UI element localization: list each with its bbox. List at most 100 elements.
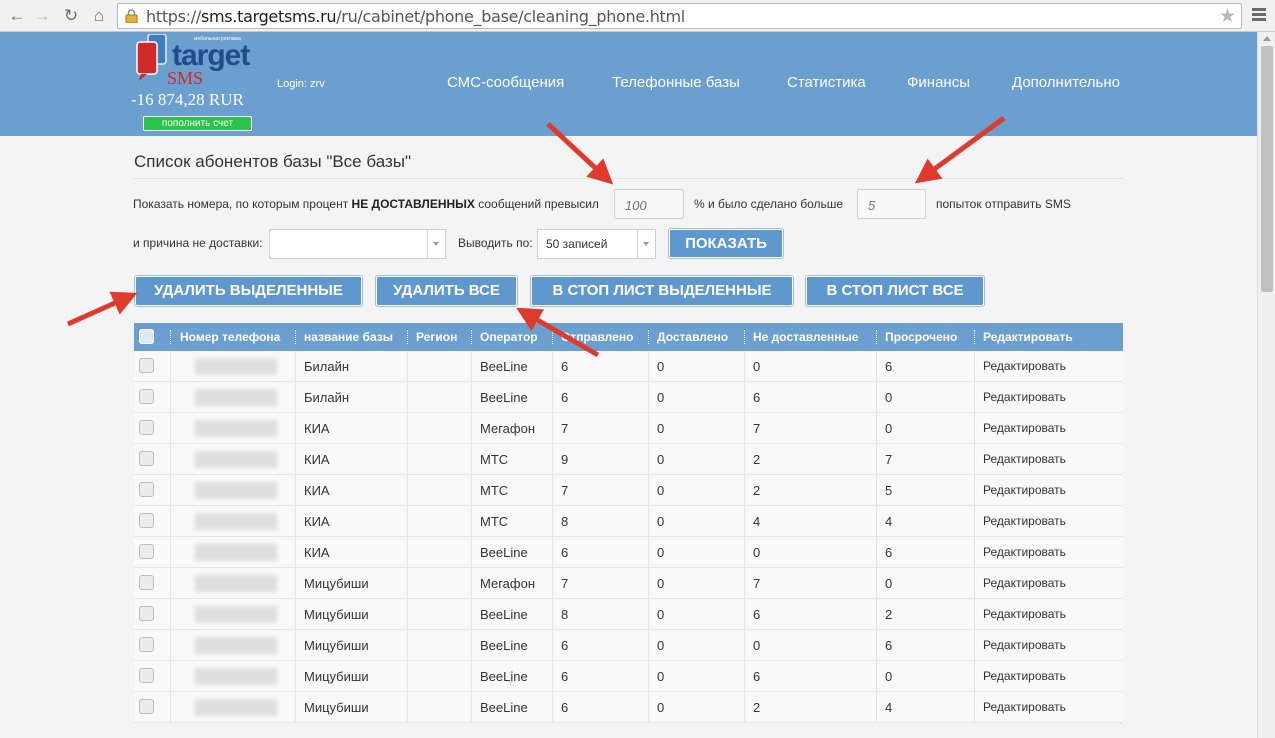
cell-undelivered: 7 — [753, 421, 761, 436]
column-divider — [170, 568, 171, 599]
header-region[interactable]: Регион — [416, 323, 457, 351]
scroll-thumb[interactable] — [1261, 46, 1273, 292]
phone-number-redacted — [195, 451, 277, 468]
row-checkbox[interactable] — [139, 513, 154, 528]
column-divider — [876, 506, 877, 537]
column-divider — [170, 444, 171, 475]
edit-link[interactable]: Редактировать — [983, 537, 1066, 568]
row-checkbox[interactable] — [139, 699, 154, 714]
edit-link[interactable]: Редактировать — [983, 630, 1066, 661]
row-checkbox[interactable] — [139, 482, 154, 497]
url-scheme: https:// — [146, 7, 201, 26]
cell-operator: BeeLine — [480, 669, 528, 684]
cell-expired: 5 — [885, 483, 893, 498]
address-bar[interactable]: https://sms.targetsms.ru/ru/cabinet/phon… — [117, 3, 1242, 29]
browser-menu-icon[interactable] — [1252, 8, 1266, 22]
cell-base-name: КИА — [304, 483, 330, 498]
nav-additional[interactable]: Дополнительно — [1012, 74, 1120, 91]
delete-all-button[interactable]: УДАЛИТЬ ВСЕ — [375, 275, 518, 307]
cell-base-name: Билайн — [304, 390, 350, 405]
percent-input[interactable]: 100 — [614, 189, 684, 219]
page-scrollbar[interactable] — [1257, 32, 1275, 738]
page-size-value: 50 записей — [546, 237, 608, 251]
column-divider — [407, 444, 408, 475]
page-size-select[interactable]: 50 записей — [537, 229, 656, 259]
edit-link[interactable]: Редактировать — [983, 382, 1066, 413]
row-checkbox[interactable] — [139, 358, 154, 373]
attempts-input[interactable]: 5 — [857, 189, 926, 219]
cell-sent: 7 — [561, 421, 569, 436]
cell-delivered: 0 — [657, 576, 665, 591]
column-divider — [974, 475, 975, 506]
edit-link[interactable]: Редактировать — [983, 506, 1066, 537]
phone-number-redacted — [195, 699, 277, 716]
column-divider — [552, 475, 553, 506]
column-divider — [471, 506, 472, 537]
reload-icon[interactable]: ↻ — [60, 5, 82, 27]
header-expired[interactable]: Просрочено — [885, 323, 957, 351]
nav-statistics[interactable]: Статистика — [787, 74, 866, 91]
column-divider — [407, 506, 408, 537]
row-checkbox[interactable] — [139, 575, 154, 590]
row-checkbox[interactable] — [139, 544, 154, 559]
edit-link[interactable]: Редактировать — [983, 475, 1066, 506]
column-divider — [744, 475, 745, 506]
back-icon[interactable]: ← — [6, 5, 28, 27]
edit-link[interactable]: Редактировать — [983, 413, 1066, 444]
header-operator[interactable]: Оператор — [480, 323, 538, 351]
column-divider — [471, 599, 472, 630]
delete-selected-button[interactable]: УДАЛИТЬ ВЫДЕЛЕННЫЕ — [134, 275, 363, 307]
topup-button[interactable]: пополнить счет — [143, 116, 252, 131]
header-base-name[interactable]: название базы — [304, 323, 393, 351]
table-row: КИА Мегафон 7 0 7 0 Редактировать — [134, 413, 1123, 444]
column-divider — [170, 537, 171, 568]
phone-number-redacted — [195, 389, 277, 406]
bookmark-star-icon[interactable]: ★ — [1219, 5, 1236, 28]
filter-prefix: Показать номера, по которым процент — [133, 197, 352, 211]
column-divider — [295, 568, 296, 599]
row-checkbox[interactable] — [139, 668, 154, 683]
home-icon[interactable]: ⌂ — [88, 5, 110, 27]
edit-link[interactable]: Редактировать — [983, 692, 1066, 723]
select-all-checkbox[interactable] — [139, 329, 154, 344]
reason-select[interactable] — [269, 229, 446, 259]
column-divider — [876, 475, 877, 506]
row-checkbox[interactable] — [139, 389, 154, 404]
header-undelivered[interactable]: Не доставленные — [753, 323, 858, 351]
edit-link[interactable]: Редактировать — [983, 599, 1066, 630]
cell-sent: 6 — [561, 669, 569, 684]
edit-link[interactable]: Редактировать — [983, 661, 1066, 692]
nav-phone-bases[interactable]: Телефонные базы — [612, 74, 740, 91]
show-button[interactable]: ПОКАЗАТЬ — [668, 228, 784, 259]
header-edit[interactable]: Редактировать — [983, 323, 1073, 351]
nav-finance[interactable]: Финансы — [907, 74, 970, 91]
target-sms-logo[interactable]: мобильная реклама target SMS — [134, 34, 258, 90]
header-separator — [744, 330, 745, 344]
forward-icon[interactable]: → — [31, 5, 53, 27]
row-checkbox[interactable] — [139, 606, 154, 621]
stoplist-selected-button[interactable]: В СТОП ЛИСТ ВЫДЕЛЕННЫЕ — [530, 275, 794, 307]
nav-sms-messages[interactable]: СМС-сообщения — [447, 74, 564, 91]
edit-link[interactable]: Редактировать — [983, 444, 1066, 475]
column-divider — [744, 444, 745, 475]
cell-undelivered: 6 — [753, 669, 761, 684]
arrow-to-delete-selected — [66, 291, 138, 327]
stoplist-all-button[interactable]: В СТОП ЛИСТ ВСЕ — [805, 275, 985, 307]
column-divider — [744, 661, 745, 692]
row-checkbox[interactable] — [139, 420, 154, 435]
column-divider — [552, 382, 553, 413]
column-divider — [552, 444, 553, 475]
table-row: Мицубиши BeeLine 6 0 0 6 Редактировать — [134, 630, 1123, 661]
edit-link[interactable]: Редактировать — [983, 351, 1066, 382]
row-checkbox[interactable] — [139, 451, 154, 466]
column-divider — [170, 351, 171, 382]
scroll-up-icon[interactable] — [1263, 36, 1271, 41]
row-checkbox[interactable] — [139, 637, 154, 652]
edit-link[interactable]: Редактировать — [983, 568, 1066, 599]
header-phone[interactable]: Номер телефона — [180, 323, 280, 351]
header-sent[interactable]: Отправлено — [561, 323, 633, 351]
cell-sent: 6 — [561, 700, 569, 715]
header-delivered[interactable]: Доставлено — [657, 323, 728, 351]
table-body: Билайн BeeLine 6 0 0 6 Редактировать Билайн BeeL… — [134, 351, 1123, 723]
header-separator — [876, 330, 877, 344]
